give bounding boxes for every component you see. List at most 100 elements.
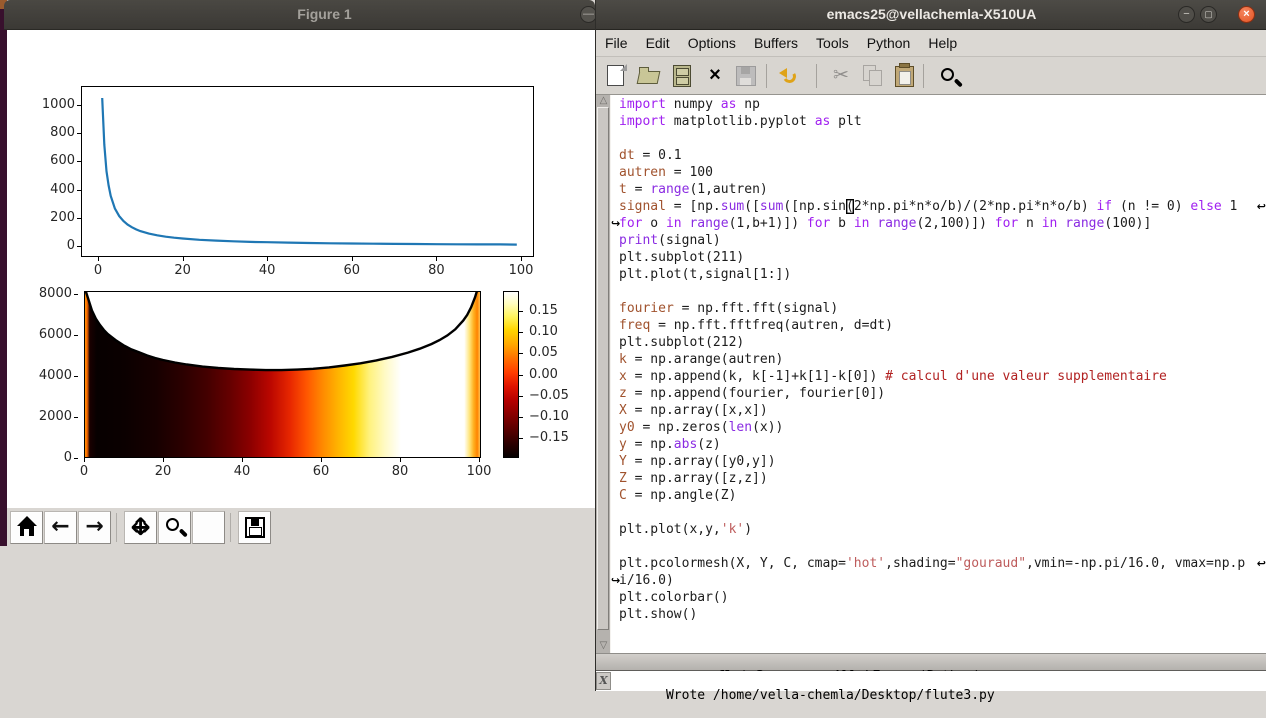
minimize-button[interactable]: − — [1178, 6, 1195, 23]
tick-label: 800 — [50, 125, 75, 140]
tick-label: 400 — [50, 182, 75, 197]
code-line[interactable]: X = np.array([x,x]) — [619, 402, 1255, 419]
home-button[interactable] — [10, 511, 43, 544]
zoom-button[interactable] — [158, 511, 191, 544]
code-line[interactable]: import matplotlib.pyplot as plt — [619, 113, 1255, 130]
code-line[interactable]: y0 = np.zeros(len(x)) — [619, 419, 1255, 436]
desktop: Figure 1 — 02040608010002004006008001000… — [0, 0, 1266, 691]
tick-mark — [519, 332, 523, 333]
tick-mark — [519, 311, 523, 312]
tick-label: 20 — [155, 464, 172, 479]
code-line[interactable] — [619, 283, 1255, 300]
tick-label: 0.10 — [529, 324, 558, 339]
tick-label: −0.15 — [529, 430, 569, 445]
paste-icon[interactable] — [891, 62, 919, 90]
tick-mark — [77, 190, 81, 191]
code-line[interactable]: k = np.arange(autren) — [619, 351, 1255, 368]
menu-options[interactable]: Options — [679, 30, 745, 57]
open-folder-icon[interactable] — [635, 62, 663, 90]
code-line[interactable]: plt.plot(x,y,'k') — [619, 521, 1255, 538]
configure-subplots-icon — [193, 512, 224, 543]
code-line[interactable]: plt.plot(t,signal[1:]) — [619, 266, 1255, 283]
code-line[interactable]: plt.subplot(212) — [619, 334, 1255, 351]
scrollbar-thumb[interactable] — [597, 107, 609, 630]
emacs-buffer-area[interactable]: △ ▽ import numpy as npimport matplotlib.… — [596, 95, 1266, 653]
code-line[interactable]: z = np.append(fourier, fourier[0]) — [619, 385, 1255, 402]
figure-window: Figure 1 — 02040608010002004006008001000… — [7, 0, 595, 691]
tick-label: 200 — [50, 210, 75, 225]
tick-label: 4000 — [39, 368, 72, 383]
tick-mark — [242, 458, 243, 462]
undo-icon[interactable] — [777, 62, 805, 90]
code-line[interactable]: Z = np.array([z,z]) — [619, 470, 1255, 487]
code-line[interactable]: i/16.0) — [619, 572, 1255, 589]
back-button[interactable]: ← — [44, 511, 77, 544]
tick-label: 100 — [509, 263, 534, 278]
figure-titlebar[interactable]: Figure 1 — — [4, 0, 595, 30]
menu-edit[interactable]: Edit — [637, 30, 679, 57]
toolbar-separator — [230, 513, 231, 542]
minibuffer-grip-icon: X — [596, 672, 611, 690]
code-line[interactable]: Y = np.array([y0,y]) — [619, 453, 1255, 470]
subplots-button[interactable] — [192, 511, 225, 544]
emacs-toolbar: ×✂ — [596, 57, 1266, 95]
code-line[interactable]: import numpy as np — [619, 96, 1255, 113]
close-buffer-icon[interactable]: × — [701, 62, 729, 90]
menu-help[interactable]: Help — [919, 30, 966, 57]
dired-cabinet-icon[interactable] — [668, 62, 696, 90]
close-button[interactable]: × — [1238, 6, 1255, 23]
code-line[interactable]: fourier = np.fft.fft(signal) — [619, 300, 1255, 317]
tick-label: 0 — [67, 238, 75, 253]
code-line[interactable]: x = np.append(k, k[-1]+k[1]-k[0]) # calc… — [619, 368, 1255, 385]
scrollbar[interactable]: △ ▽ — [596, 95, 611, 653]
tick-label: 1000 — [42, 97, 75, 112]
menu-tools[interactable]: Tools — [807, 30, 858, 57]
code-line[interactable]: C = np.angle(Z) — [619, 487, 1255, 504]
forward-button[interactable]: → — [78, 511, 111, 544]
signal-line-plot — [82, 87, 533, 256]
emacs-titlebar[interactable]: emacs25@vellachemla-X510UA − ▢ × — [596, 0, 1266, 30]
save-figure-icon — [239, 512, 270, 543]
code-line[interactable]: freq = np.fft.fftfreq(autren, d=dt) — [619, 317, 1255, 334]
code-line[interactable]: autren = 100 — [619, 164, 1255, 181]
code-line[interactable]: t = range(1,autren) — [619, 181, 1255, 198]
code-line[interactable]: plt.colorbar() — [619, 589, 1255, 606]
menu-buffers[interactable]: Buffers — [745, 30, 807, 57]
maximize-button[interactable]: ▢ — [1200, 6, 1217, 23]
save-button[interactable] — [238, 511, 271, 544]
code-line[interactable]: y = np.abs(z) — [619, 436, 1255, 453]
mpl-toolbar: ←→ ↔↕ — [7, 508, 595, 548]
code-line[interactable]: plt.pcolormesh(X, Y, C, cmap='hot',shadi… — [619, 555, 1255, 572]
pan-button[interactable]: ↔↕ — [124, 511, 157, 544]
toolbar-separator — [116, 513, 117, 542]
search-icon[interactable] — [934, 62, 962, 90]
menu-python[interactable]: Python — [858, 30, 920, 57]
menu-file[interactable]: File — [596, 30, 637, 57]
figure-canvas[interactable]: 0204060801000200400600800100002040608010… — [7, 30, 595, 508]
code-line[interactable] — [619, 130, 1255, 147]
emacs-minibuffer[interactable]: Wrote /home/vella-chemla/Desktop/flute3.… — [596, 671, 1266, 691]
scrollbar-down-icon[interactable]: ▽ — [596, 640, 611, 651]
tick-mark — [479, 458, 480, 462]
code-line[interactable] — [619, 504, 1255, 521]
code-line[interactable]: dt = 0.1 — [619, 147, 1255, 164]
code-line[interactable]: signal = [np.sum([sum([np.sin(2*np.pi*n*… — [619, 198, 1255, 215]
line-wrap-icon: ↩ — [1257, 198, 1266, 215]
pcolormesh-outline-curve — [85, 292, 480, 457]
code-line[interactable]: for o in range(1,b+1)]) for b in range(2… — [619, 215, 1255, 232]
tick-label: −0.10 — [529, 409, 569, 424]
new-file-icon[interactable] — [602, 62, 630, 90]
cut-icon: ✂ — [827, 62, 855, 90]
code-line[interactable]: print(signal) — [619, 232, 1255, 249]
tick-label: 20 — [174, 263, 191, 278]
tick-mark — [74, 458, 78, 459]
emacs-window: emacs25@vellachemla-X510UA − ▢ × FileEdi… — [595, 0, 1266, 691]
code-line[interactable]: plt.subplot(211) — [619, 249, 1255, 266]
text-cursor: ( — [846, 199, 854, 214]
code-line[interactable]: plt.show() — [619, 606, 1255, 623]
code-editor-text[interactable]: import numpy as npimport matplotlib.pypl… — [619, 96, 1255, 653]
scrollbar-up-icon[interactable]: △ — [596, 95, 611, 106]
code-line[interactable] — [619, 538, 1255, 555]
tick-mark — [74, 376, 78, 377]
tick-label: 60 — [313, 464, 330, 479]
